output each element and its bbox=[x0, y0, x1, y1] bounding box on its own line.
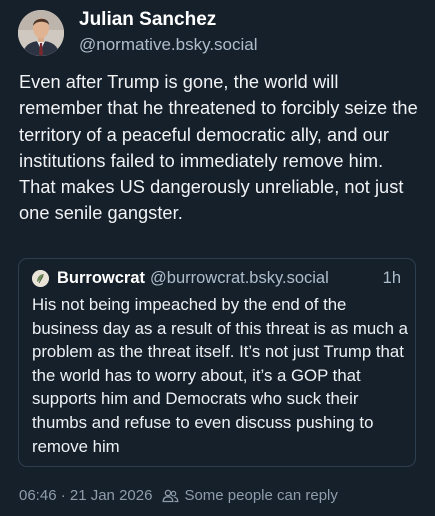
author-avatar[interactable] bbox=[18, 10, 64, 56]
quoted-post[interactable]: Burrowcrat @burrowcrat.bsky.social 1h His… bbox=[18, 258, 416, 467]
quoted-author-handle[interactable]: @burrowcrat.bsky.social bbox=[150, 269, 329, 287]
quoted-post-text: His not being impeached by the end of th… bbox=[32, 295, 408, 456]
people-icon bbox=[162, 489, 179, 503]
author-handle[interactable]: @normative.bsky.social bbox=[79, 35, 258, 55]
author-display-name[interactable]: Julian Sanchez bbox=[79, 9, 216, 31]
quoted-author-avatar[interactable] bbox=[32, 270, 49, 287]
post-text: Even after Trump is gone, the world will… bbox=[19, 72, 418, 224]
post-timestamp[interactable]: 06:46 · 21 Jan 2026 bbox=[19, 487, 152, 504]
reply-setting[interactable]: Some people can reply bbox=[184, 487, 337, 504]
post-card: Julian Sanchez @normative.bsky.social Ev… bbox=[0, 0, 435, 516]
quoted-author-name[interactable]: Burrowcrat bbox=[57, 269, 145, 287]
quoted-author-line: Burrowcrat @burrowcrat.bsky.social bbox=[57, 269, 329, 288]
post-meta: 06:46 · 21 Jan 2026 Some people can repl… bbox=[19, 487, 338, 504]
quoted-post-time: 1h bbox=[382, 269, 401, 287]
